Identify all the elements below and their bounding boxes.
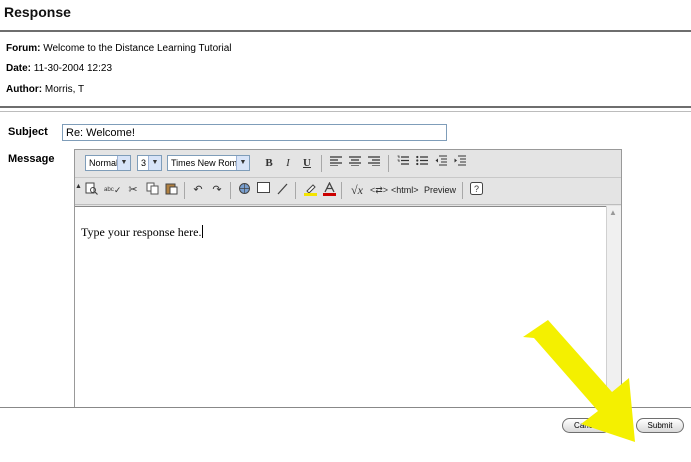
highlight-arrow-icon [523, 320, 635, 442]
